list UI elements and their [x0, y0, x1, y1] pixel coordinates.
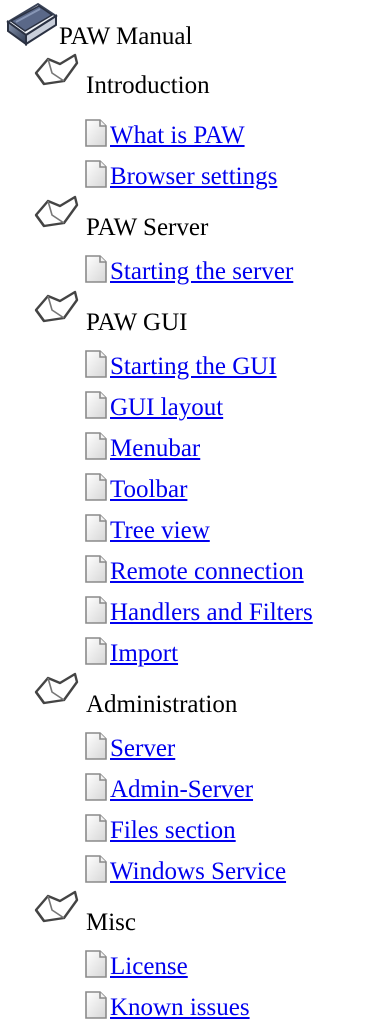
- folder-open-icon: [30, 670, 82, 713]
- doc-link[interactable]: Files section: [110, 816, 236, 845]
- doc-item-toolbar[interactable]: Toolbar: [84, 473, 187, 508]
- page-icon: [84, 773, 108, 808]
- page-icon: [84, 160, 108, 195]
- page-icon: [84, 596, 108, 631]
- section-administration: Administration: [30, 670, 237, 719]
- doc-item-remote-connection[interactable]: Remote connection: [84, 555, 304, 590]
- doc-link[interactable]: Known issues: [110, 993, 250, 1022]
- page-icon: [84, 514, 108, 549]
- doc-link[interactable]: Starting the GUI: [110, 352, 277, 381]
- doc-link[interactable]: What is PAW: [110, 121, 245, 150]
- page-icon: [84, 637, 108, 672]
- page-icon: [84, 732, 108, 767]
- doc-item-what-is-paw[interactable]: What is PAW: [84, 119, 245, 154]
- page-icon: [84, 432, 108, 467]
- section-paw-gui: PAW GUI: [30, 288, 188, 337]
- doc-link[interactable]: Remote connection: [110, 557, 304, 586]
- section-misc: Misc: [30, 888, 136, 937]
- doc-item-windows-service[interactable]: Windows Service: [84, 855, 286, 890]
- doc-link[interactable]: Starting the server: [110, 257, 293, 286]
- folder-open-icon: [30, 288, 82, 331]
- doc-item-known-issues[interactable]: Known issues: [84, 991, 250, 1026]
- section-label: Misc: [86, 909, 136, 936]
- doc-link[interactable]: Browser settings: [110, 162, 277, 191]
- page-icon: [84, 350, 108, 385]
- section-paw-server: PAW Server: [30, 193, 208, 242]
- doc-item-gui-layout[interactable]: GUI layout: [84, 391, 223, 426]
- section-label: Introduction: [86, 72, 210, 99]
- page-icon: [84, 119, 108, 154]
- page-icon: [84, 255, 108, 290]
- doc-item-starting-the-server[interactable]: Starting the server: [84, 255, 293, 290]
- doc-item-menubar[interactable]: Menubar: [84, 432, 200, 467]
- doc-link[interactable]: Import: [110, 639, 178, 668]
- page-icon: [84, 855, 108, 890]
- doc-link[interactable]: Menubar: [110, 434, 200, 463]
- doc-link[interactable]: Windows Service: [110, 857, 286, 886]
- doc-item-files-section[interactable]: Files section: [84, 814, 236, 849]
- tree-root-label: PAW Manual: [59, 23, 193, 50]
- doc-link[interactable]: Handlers and Filters: [110, 598, 313, 627]
- doc-item-server[interactable]: Server: [84, 732, 175, 767]
- doc-item-tree-view[interactable]: Tree view: [84, 514, 210, 549]
- doc-link[interactable]: Server: [110, 734, 175, 763]
- section-label: PAW GUI: [86, 309, 188, 336]
- doc-item-license[interactable]: License: [84, 950, 188, 985]
- doc-link[interactable]: Admin-Server: [110, 775, 253, 804]
- doc-item-starting-the-gui[interactable]: Starting the GUI: [84, 350, 277, 385]
- page-icon: [84, 991, 108, 1026]
- doc-item-handlers-and-filters[interactable]: Handlers and Filters: [84, 596, 313, 631]
- page-icon: [84, 391, 108, 426]
- section-introduction: Introduction: [30, 51, 210, 100]
- doc-link[interactable]: GUI layout: [110, 393, 223, 422]
- page-icon: [84, 814, 108, 849]
- doc-item-admin-server[interactable]: Admin-Server: [84, 773, 253, 808]
- section-label: PAW Server: [86, 214, 209, 241]
- doc-link[interactable]: Toolbar: [110, 475, 187, 504]
- folder-open-icon: [30, 888, 82, 931]
- section-label: Administration: [86, 691, 238, 718]
- folder-open-icon: [30, 193, 82, 236]
- page-icon: [84, 555, 108, 590]
- page-icon: [84, 473, 108, 508]
- doc-item-browser-settings[interactable]: Browser settings: [84, 160, 277, 195]
- page-icon: [84, 950, 108, 985]
- doc-link[interactable]: Tree view: [110, 516, 210, 545]
- folder-open-icon: [30, 51, 82, 94]
- doc-link[interactable]: License: [110, 952, 188, 981]
- doc-item-import[interactable]: Import: [84, 637, 178, 672]
